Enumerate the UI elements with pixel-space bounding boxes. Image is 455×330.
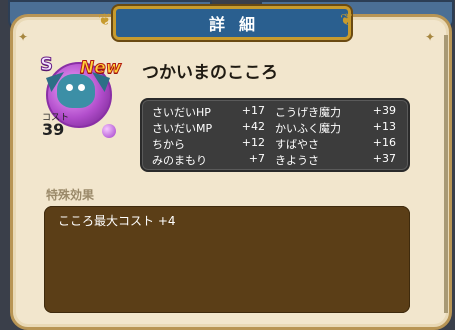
stat-item: さいだいHP +17 bbox=[152, 104, 275, 120]
page-title: 詳細 bbox=[208, 15, 269, 34]
fleur-right-icon: ❦ bbox=[340, 10, 354, 29]
stat-value: +12 bbox=[241, 136, 265, 149]
monster-icon bbox=[57, 74, 95, 108]
stat-label: ちから bbox=[152, 138, 185, 151]
rank-badge: S bbox=[40, 54, 54, 76]
stat-label: かいふく魔力 bbox=[275, 122, 341, 135]
stat-row: さいだいMP +42 かいふく魔力 +13 bbox=[152, 120, 398, 136]
stat-label: さいだいHP bbox=[152, 106, 211, 119]
stat-row: みのまもり +7 きようさ +37 bbox=[152, 152, 398, 168]
stat-item: かいふく魔力 +13 bbox=[275, 120, 398, 136]
corner-ornament-left-icon: ✦ bbox=[18, 30, 29, 44]
monster-name: つかいまのこころ bbox=[142, 63, 278, 83]
orb-icon bbox=[102, 124, 116, 138]
eye-right-icon bbox=[78, 84, 85, 91]
stat-value: +16 bbox=[372, 136, 396, 149]
stat-item: ちから +12 bbox=[152, 136, 275, 152]
stat-value: +42 bbox=[241, 120, 265, 133]
stat-row: さいだいHP +17 こうげき魔力 +39 bbox=[152, 104, 398, 120]
stat-label: みのまもり bbox=[152, 154, 207, 167]
stat-item: きようさ +37 bbox=[275, 152, 398, 168]
special-effect-box: こころ最大コスト +4 bbox=[44, 206, 410, 313]
monster-card[interactable]: S New コスト 39 bbox=[40, 54, 130, 144]
stat-label: すばやさ bbox=[275, 138, 319, 151]
stat-item: さいだいMP +42 bbox=[152, 120, 275, 136]
corner-ornament-right-icon: ✦ bbox=[425, 30, 436, 44]
stat-value: +13 bbox=[372, 120, 396, 133]
scrollbar[interactable] bbox=[444, 35, 448, 313]
stat-item: すばやさ +16 bbox=[275, 136, 398, 152]
stat-value: +17 bbox=[241, 104, 265, 117]
eye-left-icon bbox=[66, 84, 73, 91]
stat-label: さいだいMP bbox=[152, 122, 213, 135]
stat-item: みのまもり +7 bbox=[152, 152, 275, 168]
stat-value: +37 bbox=[372, 152, 396, 165]
fleur-left-icon: ❦ bbox=[98, 10, 112, 29]
stat-label: こうげき魔力 bbox=[275, 106, 341, 119]
special-effect-title: 特殊効果 bbox=[46, 188, 95, 202]
special-effect-text: こころ最大コスト +4 bbox=[58, 214, 176, 228]
stat-value: +39 bbox=[372, 104, 396, 117]
cost-value: 39 bbox=[42, 120, 65, 139]
stat-value: +7 bbox=[248, 152, 265, 165]
stat-label: きようさ bbox=[275, 154, 319, 167]
new-badge: New bbox=[79, 58, 122, 79]
stat-row: ちから +12 すばやさ +16 bbox=[152, 136, 398, 152]
stats-table: さいだいHP +17 こうげき魔力 +39 さいだいMP +42 かいふく魔力 … bbox=[140, 98, 410, 172]
header-banner: 詳細 bbox=[113, 6, 351, 40]
stat-item: こうげき魔力 +39 bbox=[275, 104, 398, 120]
